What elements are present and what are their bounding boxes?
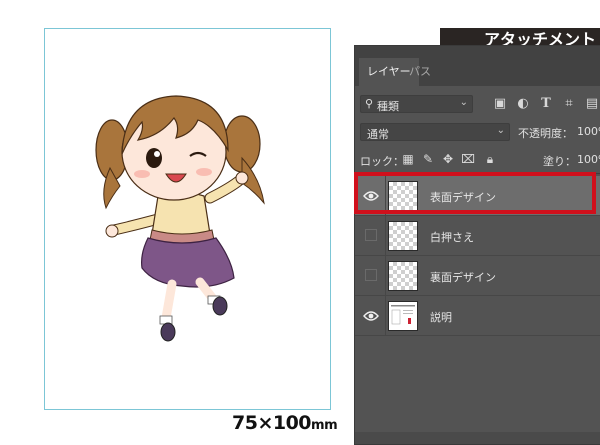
visibility-toggle[interactable]	[365, 229, 377, 241]
fill-input[interactable]: 100%	[577, 153, 600, 166]
lock-paint-icon[interactable]: ✎	[421, 151, 435, 167]
layer-name: 白押さえ	[430, 231, 474, 244]
size-label: 75×100mm	[232, 412, 338, 434]
smart-object-filter-icon[interactable]: ▤	[584, 96, 600, 112]
lock-all-icon[interactable]: 🔒︎	[483, 151, 497, 167]
tab-paths-label: パス	[409, 65, 431, 78]
divider	[385, 176, 386, 215]
blend-mode-label: 通常	[367, 128, 389, 141]
fill-label: 塗り：	[543, 155, 576, 168]
type-filter-icon[interactable]: T	[538, 96, 554, 112]
layer-row-surface-design[interactable]: 表面デザイン	[355, 176, 600, 216]
opacity-input[interactable]: 100%	[577, 125, 600, 138]
opacity-label: 不透明度：	[518, 127, 573, 140]
eye-icon[interactable]	[363, 189, 379, 203]
search-icon: ⚲	[365, 97, 374, 110]
layer-thumbnail	[388, 301, 418, 331]
panel-footer	[355, 432, 600, 444]
chevron-down-icon: ⌄	[459, 97, 468, 108]
size-unit: mm	[311, 418, 338, 433]
layer-row-white-base[interactable]: 白押さえ	[355, 216, 600, 256]
size-value: 75×100	[232, 412, 312, 434]
layer-row-back-design[interactable]: 裏面デザイン	[355, 256, 600, 296]
lock-transparent-icon[interactable]: ▦	[401, 151, 415, 167]
divider	[385, 296, 386, 335]
layer-name: 説明	[430, 311, 452, 324]
layer-name: 表面デザイン	[430, 191, 496, 204]
blend-mode-select[interactable]: 通常 ⌄	[360, 123, 510, 141]
lock-label: ロック：	[360, 155, 404, 168]
divider	[355, 173, 600, 174]
divider	[385, 256, 386, 295]
visibility-toggle[interactable]	[365, 269, 377, 281]
layer-thumbnail	[388, 221, 418, 251]
filter-kind-label: 種類	[377, 100, 399, 113]
divider	[385, 216, 386, 255]
layer-thumbnail	[388, 181, 418, 211]
panel-tabbar: レイヤー パス	[355, 46, 600, 86]
lock-artboard-icon[interactable]: ⌧	[461, 151, 475, 167]
layer-name: 裏面デザイン	[430, 271, 496, 284]
layer-row-description[interactable]: 説明	[355, 296, 600, 336]
layers-panel: レイヤー パス ⚲ 種類 ⌄ ▣ ◐ T ⌗ ▤ 通常 ⌄ 不透明度： 100%…	[354, 45, 600, 445]
eye-icon[interactable]	[363, 309, 379, 323]
adjustment-filter-icon[interactable]: ◐	[515, 96, 531, 112]
tab-paths[interactable]: パス	[401, 58, 439, 86]
shape-filter-icon[interactable]: ⌗	[561, 96, 577, 112]
thumbnail-preview	[391, 305, 415, 325]
chevron-down-icon: ⌄	[496, 125, 505, 136]
lock-position-icon[interactable]: ✥	[441, 151, 455, 167]
chibi-girl-illustration	[95, 95, 265, 342]
image-filter-icon[interactable]: ▣	[492, 96, 508, 112]
layer-thumbnail	[388, 261, 418, 291]
layer-filter-select[interactable]: ⚲ 種類 ⌄	[360, 95, 473, 113]
